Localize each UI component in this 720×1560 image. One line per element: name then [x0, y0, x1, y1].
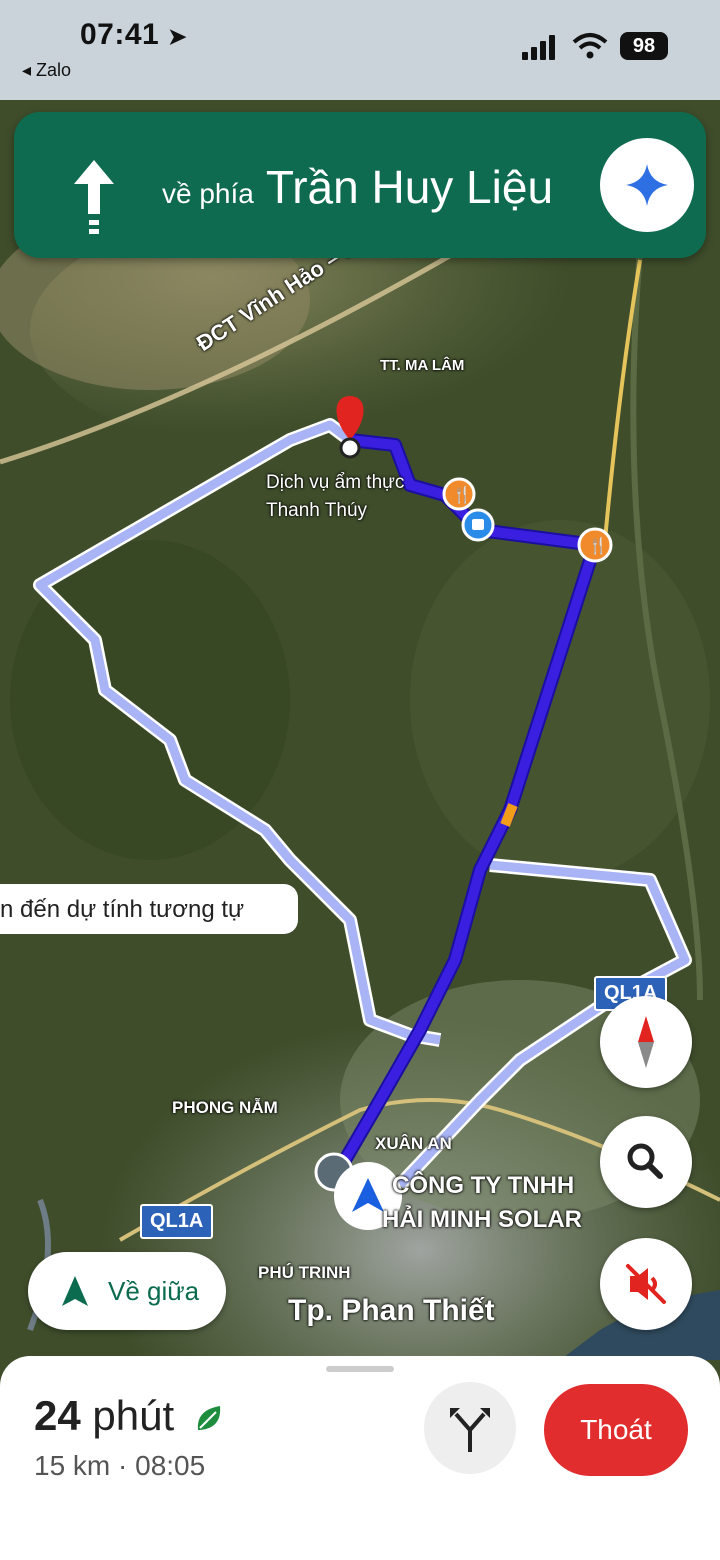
alt-route-callout-text: n đến dự tính tương tự: [0, 896, 245, 923]
alternate-routes-button[interactable]: [424, 1382, 516, 1474]
back-to-app-link[interactable]: ◂ Zalo: [22, 60, 71, 81]
mute-button[interactable]: [600, 1238, 692, 1330]
search-icon: [627, 1143, 663, 1179]
city-label: Tp. Phan Thiết: [288, 1294, 495, 1327]
status-icons: 98: [470, 30, 680, 64]
recenter-button[interactable]: Về giữa: [28, 1252, 226, 1330]
alt-route-callout[interactable]: n đến dự tính tương tự: [0, 884, 298, 934]
status-time: 07:41 ➤: [80, 18, 188, 51]
status-bar: 07:41 ➤ ◂ Zalo 98: [0, 0, 720, 100]
highway-badge-ql1a: QL1A: [140, 1204, 214, 1239]
wifi-icon: [572, 33, 608, 59]
destination-label-line1[interactable]: Dịch vụ ẩm thực: [266, 472, 404, 494]
area-label-phong-nam: PHONG NẪM: [172, 1098, 278, 1117]
location-arrow-icon: ➤: [168, 24, 188, 49]
sparkle-icon: [626, 164, 668, 206]
svg-text:🍴: 🍴: [452, 485, 472, 504]
navigation-arrow-icon: [62, 1276, 88, 1306]
svg-text:🍴: 🍴: [588, 536, 608, 555]
gemini-assistant-button[interactable]: [600, 138, 694, 232]
exit-label: Thoát: [580, 1414, 652, 1445]
compass-button[interactable]: [600, 996, 692, 1088]
maneuver-prefix: về phía: [162, 178, 254, 209]
trip-duration: 24 phút: [34, 1392, 226, 1440]
eco-leaf-icon: [197, 1405, 220, 1430]
duration-unit: phút: [92, 1392, 175, 1439]
maneuver-text: về phía Trần Huy Liệu: [162, 160, 553, 214]
navigation-banner[interactable]: về phía Trần Huy Liệu: [14, 112, 706, 258]
duration-value: 24: [34, 1392, 81, 1439]
recenter-label: Về giữa: [108, 1276, 200, 1306]
area-label-xuan-an: XUÂN AN: [375, 1134, 452, 1153]
volume-muted-icon: [626, 1264, 666, 1304]
trip-distance-arrival: 15 km · 08:05: [34, 1450, 206, 1481]
route-split-icon: [450, 1408, 490, 1452]
trip-bottom-sheet[interactable]: 24 phút 15 km · 08:05 Thoát: [0, 1356, 720, 1560]
search-button[interactable]: [600, 1116, 692, 1208]
company-label-line2[interactable]: HẢI MINH SOLAR: [382, 1206, 582, 1234]
company-label-line1[interactable]: CÔNG TY TNHH: [392, 1172, 574, 1200]
cellular-signal-icon: [522, 35, 555, 60]
destination-label-line2[interactable]: Thanh Thúy: [266, 500, 367, 522]
battery-indicator: 98: [620, 32, 668, 60]
maneuver-street: Trần Huy Liệu: [265, 161, 554, 213]
exit-navigation-button[interactable]: Thoát: [544, 1384, 688, 1476]
area-label-ma-lam: TT. MA LÂM: [380, 357, 465, 374]
compass-icon: [638, 1016, 654, 1068]
sheet-drag-handle[interactable]: [326, 1366, 394, 1372]
area-label-phu-trinh: PHÚ TRINH: [258, 1263, 351, 1282]
straight-arrow-icon: [74, 160, 114, 234]
